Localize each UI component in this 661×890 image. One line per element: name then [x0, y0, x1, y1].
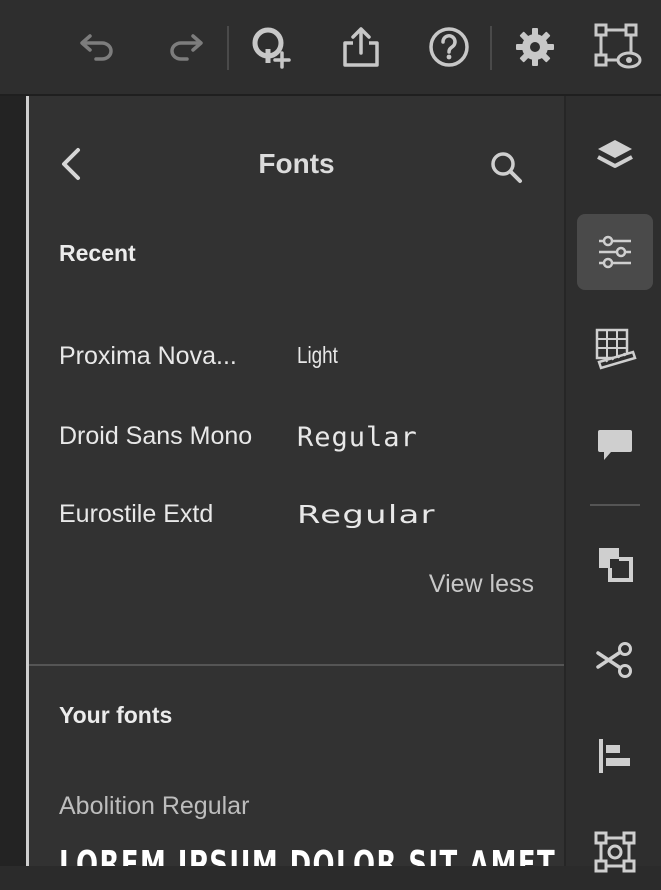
invite-icon	[252, 27, 291, 69]
top-toolbar	[0, 0, 661, 96]
properties-button[interactable]	[577, 214, 653, 290]
font-row-droid-sans-mono[interactable]: Droid Sans Mono Regular	[29, 422, 564, 482]
help-button[interactable]	[424, 22, 474, 72]
invite-button[interactable]	[247, 22, 297, 72]
rail-separator	[590, 504, 640, 506]
gear-icon	[516, 28, 554, 66]
font-name[interactable]: Abolition Regular	[59, 792, 249, 821]
recent-section-title: Recent	[59, 240, 136, 266]
comment-icon	[598, 430, 632, 460]
redo-icon	[170, 34, 203, 61]
toolbar-separator	[227, 26, 229, 70]
preview-button[interactable]	[593, 22, 643, 72]
section-divider	[29, 664, 564, 666]
font-name: Droid Sans Mono	[59, 422, 253, 450]
settings-button[interactable]	[510, 22, 560, 72]
align-button[interactable]	[577, 718, 653, 794]
font-name: Proxima Nova...	[59, 342, 237, 370]
redo-button[interactable]	[160, 22, 210, 72]
search-button[interactable]	[483, 144, 529, 190]
toolbar-separator	[490, 26, 492, 70]
share-button[interactable]	[336, 22, 386, 72]
search-icon	[491, 152, 522, 183]
panel-header: Fonts	[29, 96, 564, 236]
scissors-icon	[596, 642, 632, 678]
font-row-proxima[interactable]: Proxima Nova... Light	[29, 342, 564, 402]
layers-icon	[597, 140, 633, 168]
font-sample-preview[interactable]: LOREM IPSUM DOLOR SIT AMET, CONSEC	[59, 844, 564, 866]
cut-button[interactable]	[577, 622, 653, 698]
preview-icon	[594, 23, 642, 69]
font-name: Eurostile Extd	[59, 500, 214, 528]
grid-icon	[595, 328, 637, 370]
transform-button[interactable]	[577, 814, 653, 890]
font-style-preview: Light	[297, 342, 338, 368]
share-icon	[343, 27, 379, 67]
font-style-preview: Regular	[297, 422, 418, 453]
transform-icon	[594, 831, 636, 873]
comment-button[interactable]	[577, 406, 653, 482]
font-row-eurostile-extd[interactable]: Eurostile Extd Regular	[29, 500, 564, 560]
align-icon	[599, 739, 630, 773]
undo-button[interactable]	[73, 22, 123, 72]
right-rail	[564, 96, 661, 873]
help-icon	[429, 27, 469, 67]
view-less-link[interactable]: View less	[429, 570, 534, 599]
font-style-preview: Regular	[297, 500, 436, 529]
canvas-edge	[0, 96, 26, 866]
arrange-icon	[599, 548, 633, 582]
properties-icon	[599, 235, 631, 269]
arrange-button[interactable]	[577, 526, 653, 602]
undo-icon	[80, 34, 113, 61]
your-fonts-section-title: Your fonts	[59, 702, 173, 728]
grid-button[interactable]	[577, 310, 653, 386]
fonts-panel: Fonts Recent Proxima Nova... Light Droid…	[29, 96, 564, 866]
layers-button[interactable]	[577, 118, 653, 194]
